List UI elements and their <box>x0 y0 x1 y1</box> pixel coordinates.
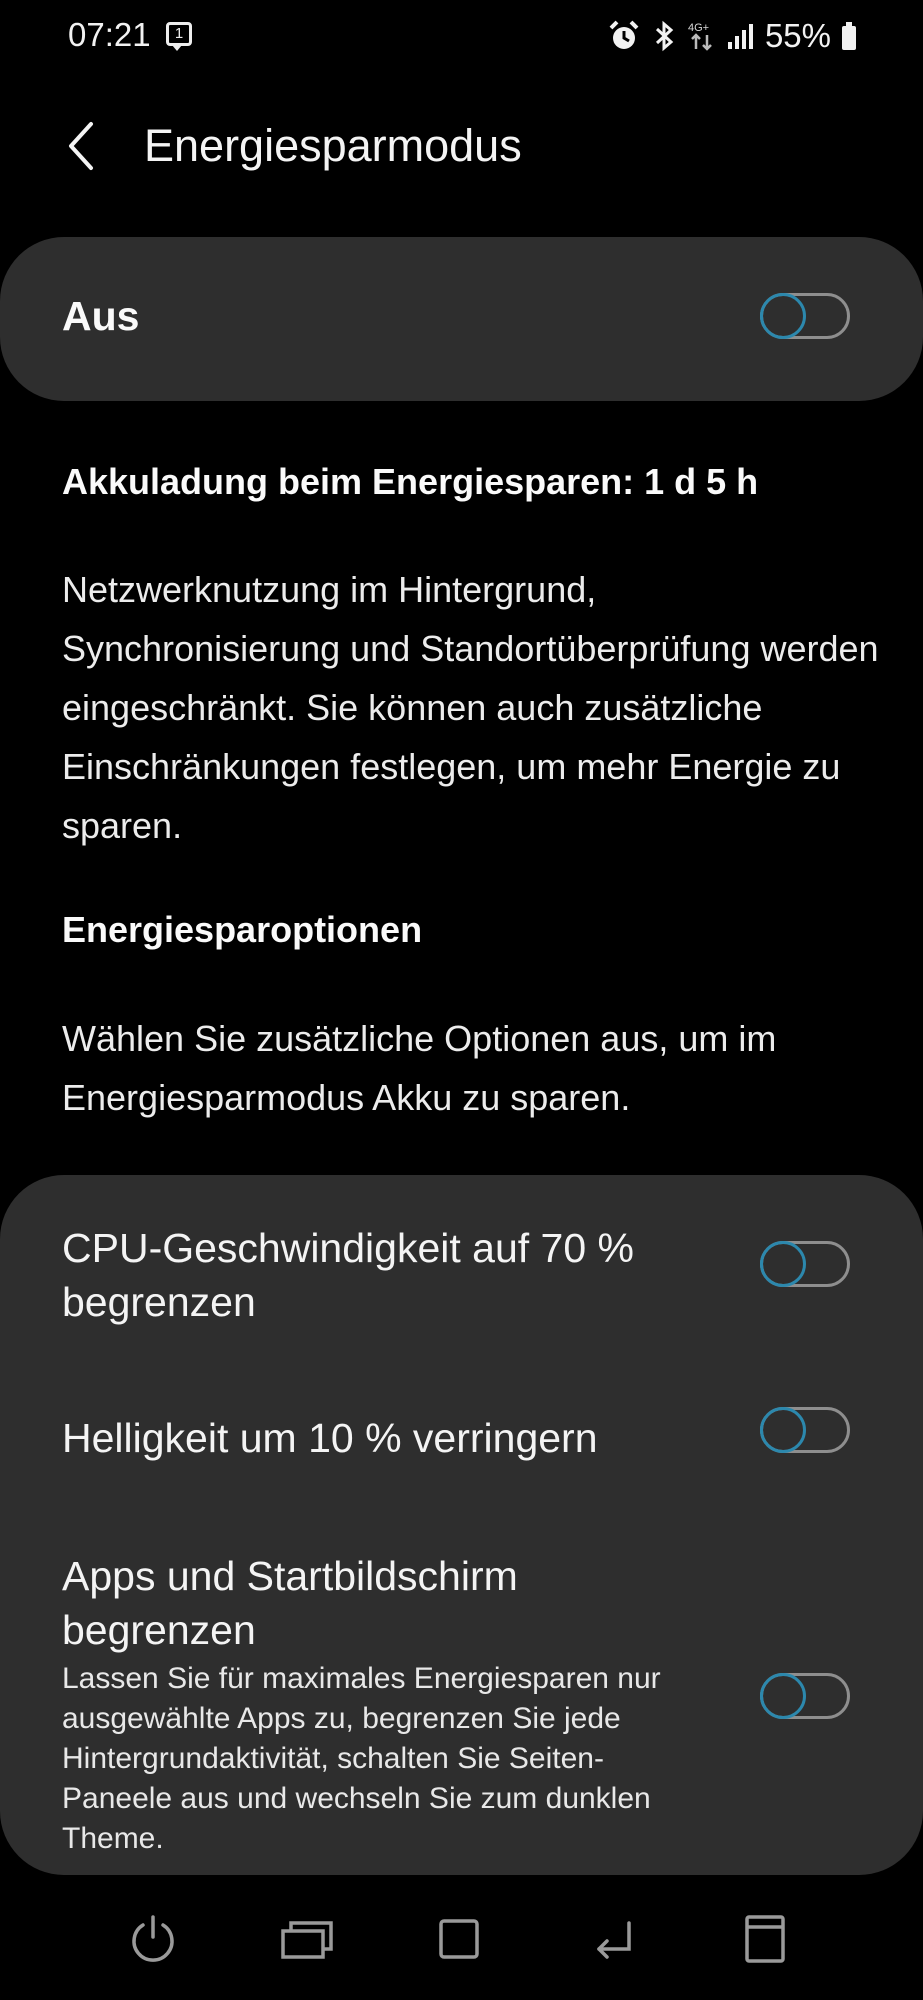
back-nav-button[interactable] <box>578 1904 648 1974</box>
toggle-knob <box>760 1407 806 1453</box>
master-switch-label: Aus <box>62 293 140 339</box>
status-icons: 4G+ 55% <box>607 14 857 58</box>
options-description: Wählen Sie zusätzliche Optionen aus, um … <box>62 1018 777 1118</box>
signal-icon <box>727 21 755 51</box>
bluetooth-icon <box>651 19 677 53</box>
alarm-icon <box>607 19 641 53</box>
option-label: Apps und Startbildschirm begrenzen <box>62 1553 518 1653</box>
toggle-knob <box>760 293 806 339</box>
option-label: CPU-Geschwindigkeit auf 70 % begrenzen <box>62 1225 634 1325</box>
cpu-limit-toggle[interactable] <box>760 1241 850 1287</box>
notification-icon: 1 <box>166 22 192 51</box>
back-icon <box>597 1921 631 1959</box>
app-drawer-icon <box>745 1915 785 1963</box>
navigation-bar <box>0 1876 923 2000</box>
home-button[interactable] <box>424 1904 494 1974</box>
option-label: Helligkeit um 10 % verringern <box>62 1415 598 1461</box>
app-drawer-button[interactable] <box>730 1904 800 1974</box>
master-switch-card[interactable]: Aus <box>0 237 923 401</box>
recent-apps-button[interactable] <box>272 1904 342 1974</box>
battery-estimate: Akkuladung beim Energiesparen: 1 d 5 h <box>62 461 759 502</box>
master-toggle[interactable] <box>760 293 850 339</box>
toggle-knob <box>760 1241 806 1287</box>
network-type: 4G+ <box>688 22 709 34</box>
mobile-data-icon: 4G+ <box>687 19 717 53</box>
power-icon <box>132 1915 174 1962</box>
limit-apps-toggle[interactable] <box>760 1673 850 1719</box>
options-heading: Energiesparoptionen <box>62 909 423 950</box>
recent-apps-icon <box>281 1921 333 1959</box>
battery-percent: 55% <box>764 17 831 54</box>
power-button[interactable] <box>118 1904 188 1974</box>
options-card: CPU-Geschwindigkeit auf 70 % begrenzen H… <box>0 1175 923 1875</box>
status-time: 07:21 <box>68 16 151 53</box>
back-button[interactable] <box>52 112 108 180</box>
page-title: Energiesparmodus <box>144 120 522 171</box>
toggle-knob <box>760 1673 806 1719</box>
chevron-left-icon <box>69 122 93 170</box>
option-sublabel: Lassen Sie für maximales Energiesparen n… <box>62 1662 661 1855</box>
status-bar: 07:21 1 4G+ 55% <box>0 0 923 76</box>
brightness-toggle[interactable] <box>760 1407 850 1453</box>
home-icon <box>439 1919 479 1959</box>
power-saving-description: Netzwerknutzung im Hintergrund, Synchron… <box>62 569 879 846</box>
battery-icon <box>841 21 857 51</box>
